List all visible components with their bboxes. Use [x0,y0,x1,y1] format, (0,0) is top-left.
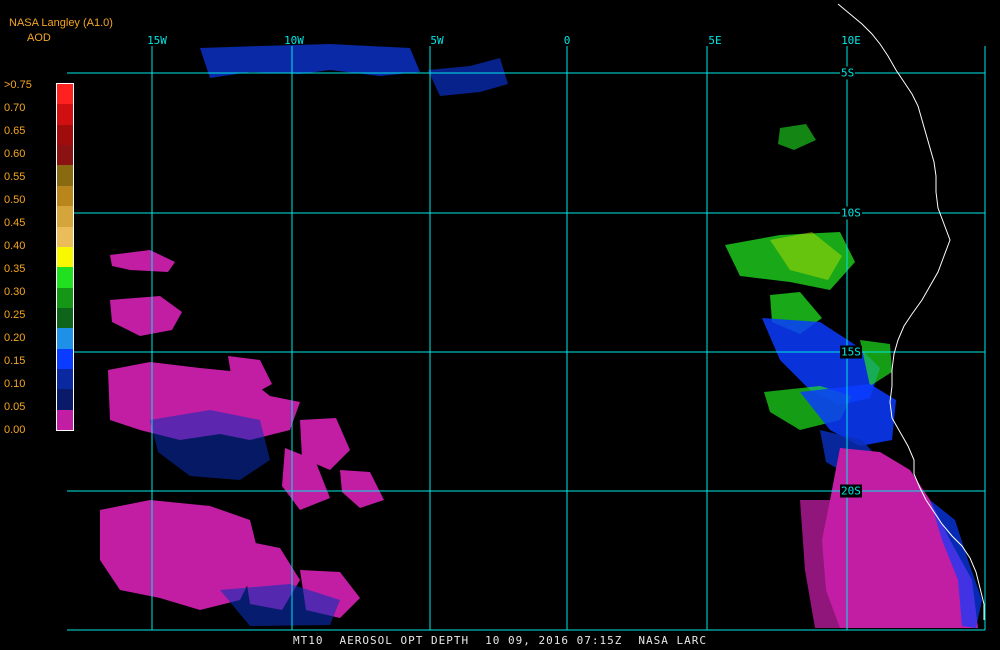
legend-swatch [57,185,73,207]
legend-label: 0.05 [4,401,26,413]
legend-label: 0.45 [4,217,26,229]
legend-label: 0.50 [4,194,26,206]
legend-label: 0.30 [4,286,26,298]
latitude-label: 5S [840,66,856,80]
legend-label: 0.20 [4,332,26,344]
legend-label: 0.65 [4,125,26,137]
footer-name: AEROSOL OPT DEPTH [339,634,470,647]
product-source-label: NASA Langley (A1.0) [9,17,113,29]
legend-swatch [57,84,73,105]
legend-label: 0.40 [4,240,26,252]
legend-color-bar [56,83,74,431]
footer-product: MT10 [293,634,324,647]
longitude-label: 5W [430,34,444,47]
legend-label: 0.60 [4,148,26,160]
longitude-label: 10E [841,34,861,47]
legend-swatch [57,165,73,186]
footer-source: NASA LARC [638,634,707,647]
latitude-label: 15S [840,345,862,359]
legend-label: 0.35 [4,263,26,275]
legend-label: 0.15 [4,355,26,367]
legend-swatch [57,246,73,268]
aod-map [0,0,1000,650]
legend-swatch [57,267,73,288]
legend-swatch [57,145,73,166]
legend-swatch [57,409,73,431]
latitude-label: 10S [840,206,862,220]
legend-swatch [57,328,73,349]
legend-swatch [57,226,73,247]
legend-swatch [57,287,73,308]
legend-label: 0.70 [4,102,26,114]
legend-swatch [57,307,73,329]
legend-label: 0.00 [4,424,26,436]
legend-swatch [57,104,73,125]
longitude-label: 15W [147,34,167,47]
legend-label: 0.55 [4,171,26,183]
legend-label: 0.25 [4,309,26,321]
legend-swatch [57,206,73,227]
caption-footer: MT10 AEROSOL OPT DEPTH 10 09, 2016 07:15Z N… [0,634,1000,647]
longitude-label: 0 [563,34,571,47]
longitude-label: 5E [708,34,722,47]
product-variable-label: AOD [27,32,51,44]
legend-label: >0.75 [4,79,32,91]
legend-swatch [57,389,73,410]
legend-swatch [57,348,73,370]
legend-swatch [57,369,73,390]
legend-swatch [57,124,73,146]
latitude-label: 20S [840,484,862,498]
footer-datetime: 10 09, 2016 07:15Z [485,634,623,647]
longitude-label: 10W [284,34,304,47]
legend-label: 0.10 [4,378,26,390]
